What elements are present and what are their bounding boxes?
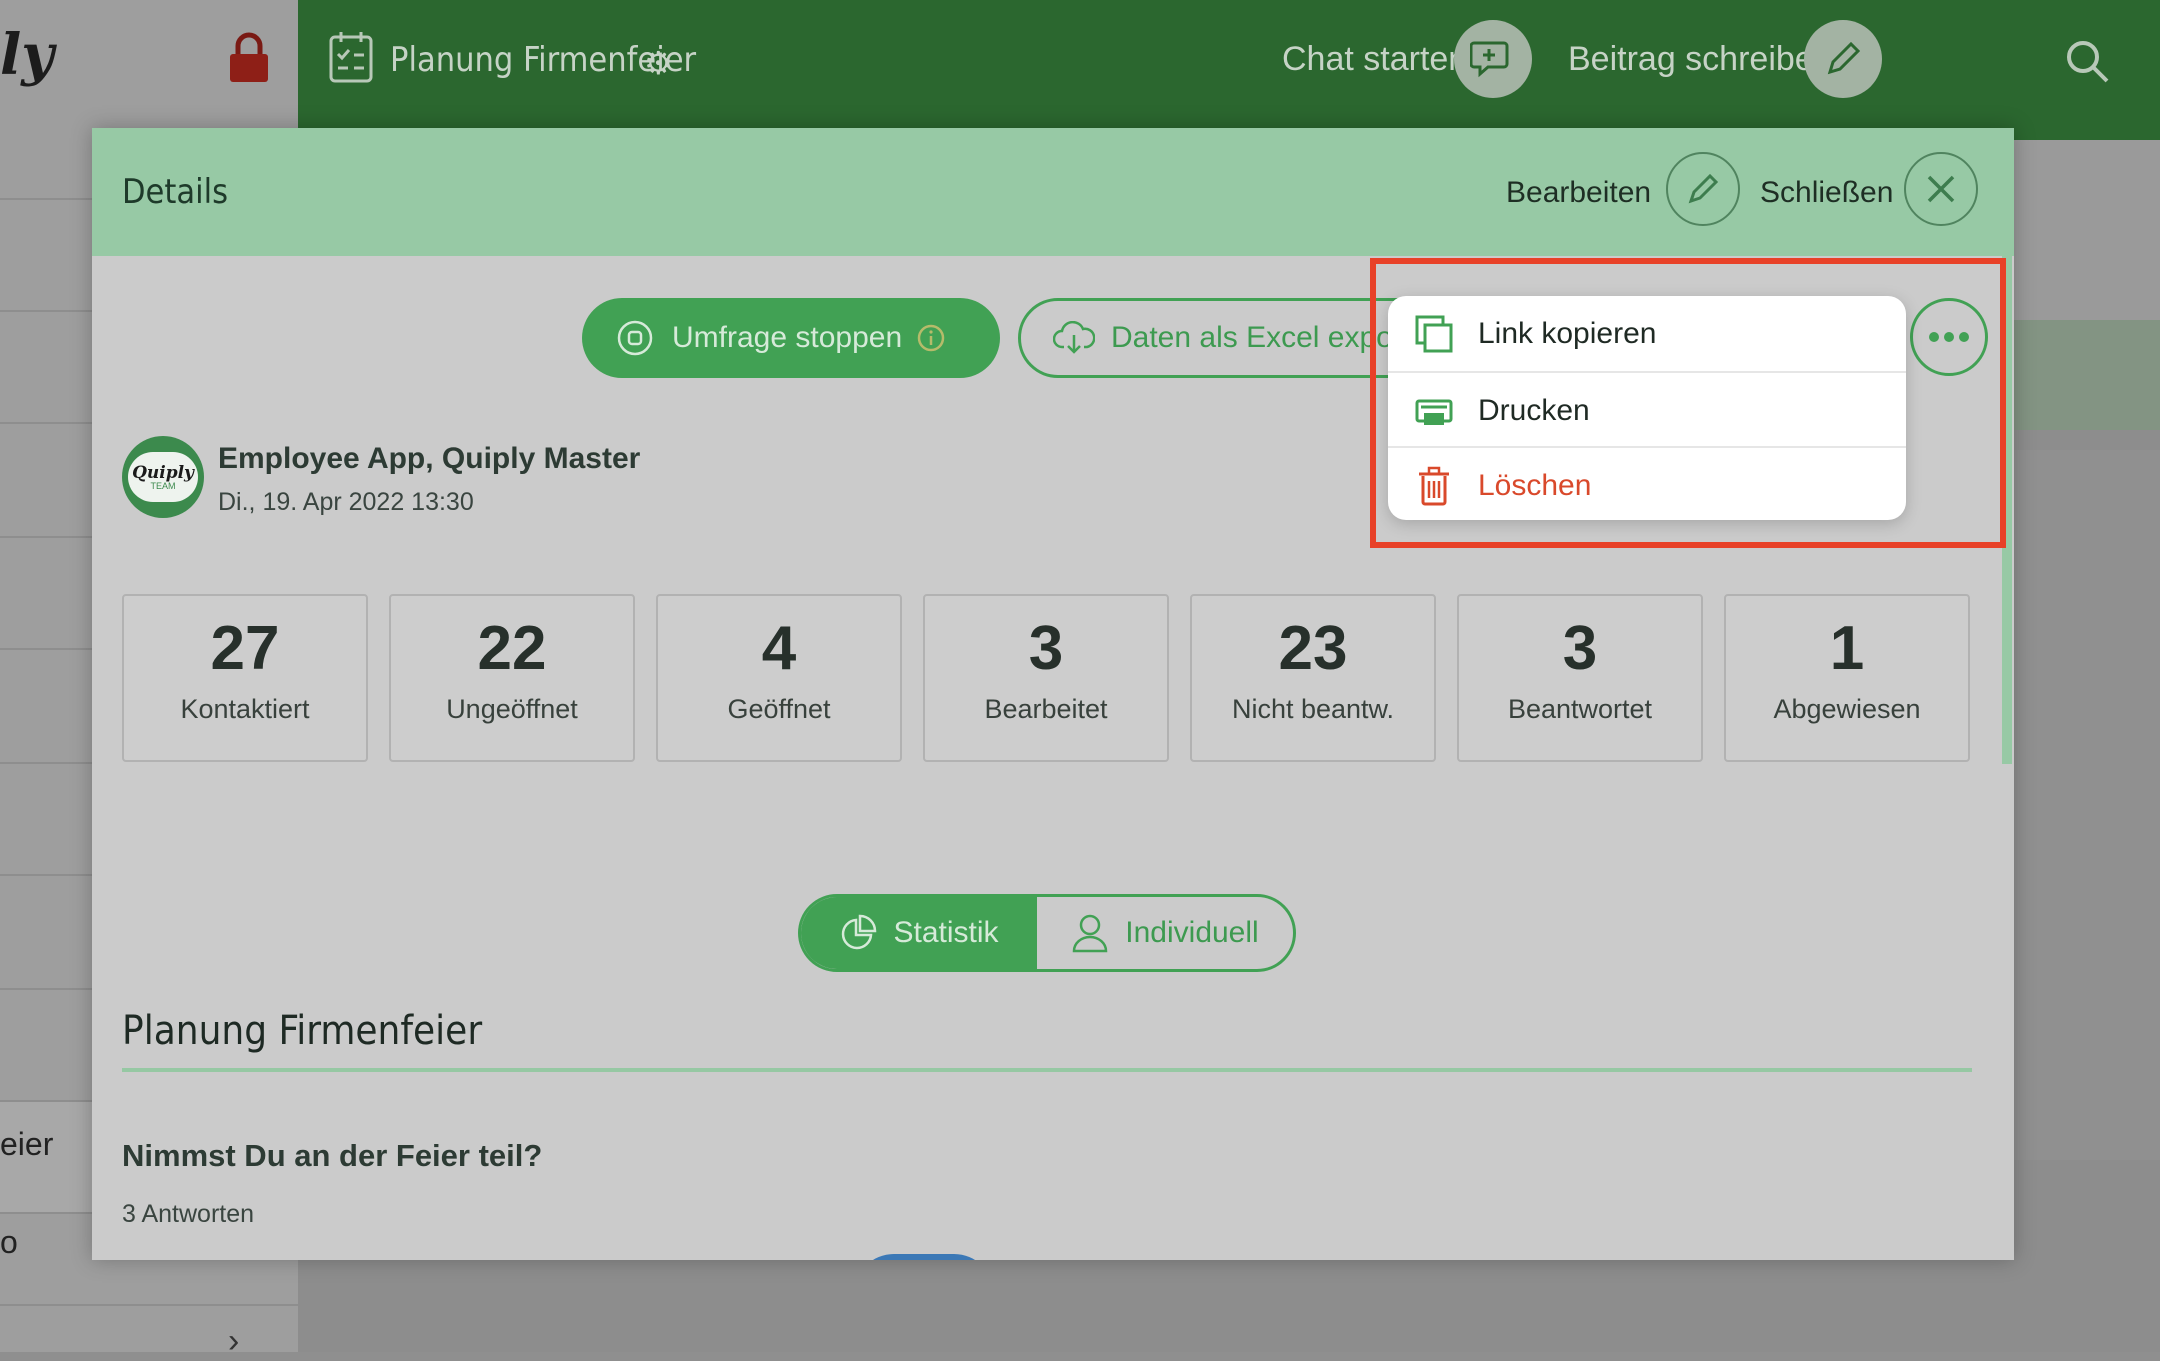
modal-header: Details Bearbeiten Schließen <box>92 128 2014 256</box>
tab-individuell-label: Individuell <box>1125 916 1259 949</box>
more-options-menu: Link kopieren Drucken Löschen <box>1388 296 1906 520</box>
write-post-button[interactable] <box>1804 20 1882 98</box>
stat-card-geoeffnet[interactable]: 4 Geöffnet <box>656 594 902 762</box>
stat-label: Ungeöffnet <box>446 694 578 724</box>
stat-card-kontaktiert[interactable]: 27 Kontaktiert <box>122 594 368 762</box>
divider <box>122 1068 1972 1072</box>
copy-icon <box>1415 315 1453 352</box>
user-icon <box>1073 914 1108 953</box>
sidebar-item-label: eier <box>0 1126 54 1162</box>
chevron-right-icon[interactable]: › <box>228 1322 239 1361</box>
stat-value: 3 <box>1028 614 1064 683</box>
menu-item-label: Drucken <box>1478 393 1590 427</box>
stop-icon <box>617 320 653 356</box>
sidebar-item-label: o <box>0 1224 18 1260</box>
stat-label: Beantwortet <box>1507 694 1653 724</box>
avatar-badge: Quiply TEAM <box>128 452 198 502</box>
menu-item-copy-link[interactable]: Link kopieren <box>1388 296 1906 371</box>
stop-survey-button[interactable]: Umfrage stoppen <box>582 298 1000 378</box>
stat-card-beantwortet[interactable]: 3 Beantwortet <box>1457 594 1703 762</box>
stat-label: Geöffnet <box>727 694 831 724</box>
tab-individuell[interactable]: Individuell <box>1037 897 1293 969</box>
avatar-text: Quiply <box>132 463 194 483</box>
view-toggle: Statistik Individuell <box>798 894 1296 972</box>
lock-icon <box>230 32 268 82</box>
stop-survey-label: Umfrage stoppen <box>672 321 903 354</box>
brand-logo: ly <box>0 22 54 88</box>
tab-statistik[interactable]: Statistik <box>801 897 1037 969</box>
pencil-icon <box>1688 173 1719 204</box>
stat-value: 4 <box>761 614 797 683</box>
pencil-icon <box>1827 42 1860 75</box>
info-icon[interactable] <box>916 323 946 353</box>
stat-value: 23 <box>1278 614 1348 683</box>
chat-start-button[interactable] <box>1454 20 1532 98</box>
close-button[interactable] <box>1904 152 1978 226</box>
ellipsis-icon <box>1929 332 1969 342</box>
tab-statistik-label: Statistik <box>893 916 999 949</box>
avatar: Quiply TEAM <box>122 436 204 518</box>
stat-value: 1 <box>1829 614 1865 683</box>
stat-card-ungeoeffnet[interactable]: 22 Ungeöffnet <box>389 594 635 762</box>
printer-icon <box>1415 399 1453 425</box>
cloud-download-icon <box>1053 321 1095 354</box>
stat-value: 22 <box>477 614 547 683</box>
survey-icon <box>329 32 373 83</box>
pie-chart-icon <box>842 914 877 950</box>
stat-label: Bearbeitet <box>984 694 1108 724</box>
stat-label: Kontaktiert <box>180 694 310 724</box>
chat-start-label[interactable]: Chat starten <box>1282 40 1467 79</box>
edit-button[interactable] <box>1666 152 1740 226</box>
post-date: Di., 19. Apr 2022 13:30 <box>218 488 474 516</box>
top-bar: Planung Firmenfeier ⚙ Chat starten Beitr… <box>298 0 2160 143</box>
menu-item-label: Link kopieren <box>1478 316 1657 350</box>
stat-card-bearbeitet[interactable]: 3 Bearbeitet <box>923 594 1169 762</box>
result-pie-chart <box>854 1254 994 1260</box>
more-options-button[interactable] <box>1910 298 1988 376</box>
modal-title: Details <box>122 172 229 212</box>
stat-label: Abgewiesen <box>1773 694 1921 724</box>
edit-label[interactable]: Bearbeiten <box>1506 176 1651 210</box>
stat-card-abgewiesen[interactable]: 1 Abgewiesen <box>1724 594 1970 762</box>
avatar-subtext: TEAM <box>150 481 176 491</box>
close-label[interactable]: Schließen <box>1760 176 1893 210</box>
gear-icon[interactable]: ⚙ <box>644 44 673 82</box>
trash-icon <box>1419 466 1449 505</box>
stat-value: 27 <box>210 614 280 683</box>
author-name: Employee App, Quiply Master <box>218 442 641 475</box>
answers-count: 3 Antworten <box>122 1200 255 1228</box>
menu-item-print[interactable]: Drucken <box>1388 371 1906 448</box>
close-icon <box>1927 175 1955 203</box>
survey-title: Planung Firmenfeier <box>122 1008 483 1054</box>
search-icon[interactable] <box>2064 38 2110 84</box>
stat-card-nicht-beantwortet[interactable]: 23 Nicht beantw. <box>1190 594 1436 762</box>
write-post-label[interactable]: Beitrag schreiben <box>1568 40 1833 79</box>
stat-label: Nicht beantw. <box>1231 694 1395 724</box>
chat-plus-icon <box>1470 41 1509 78</box>
question-title: Nimmst Du an der Feier teil? <box>122 1138 543 1173</box>
menu-item-label: Löschen <box>1478 468 1592 502</box>
modal-scrollbar[interactable] <box>2002 256 2012 764</box>
menu-item-delete[interactable]: Löschen <box>1388 446 1906 520</box>
stat-value: 3 <box>1562 614 1598 683</box>
